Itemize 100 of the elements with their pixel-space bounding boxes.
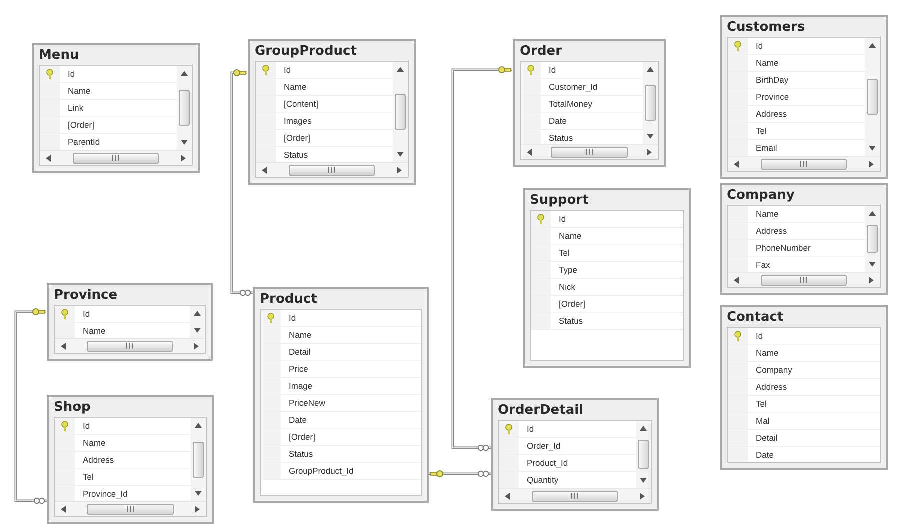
column-name: Mal — [755, 415, 770, 428]
scroll-right-icon[interactable] — [868, 276, 874, 284]
grip-icon — [125, 343, 134, 349]
scroll-right-icon[interactable] — [647, 148, 652, 156]
scroll-up-icon[interactable] — [869, 43, 876, 48]
table-box[interactable]: Support Id Name Tel Type Nick [Order] Status — [523, 188, 691, 368]
scroll-up-icon[interactable] — [397, 67, 404, 72]
scroll-down-icon[interactable] — [640, 478, 647, 483]
scroll-thumb[interactable] — [638, 440, 649, 469]
scroll-right-icon[interactable] — [194, 342, 199, 350]
scroll-thumb[interactable] — [550, 146, 628, 158]
scroll-up-icon[interactable] — [647, 67, 654, 72]
column-name: Name — [82, 325, 106, 338]
column-name: Tel — [755, 125, 767, 138]
scroll-up-icon[interactable] — [640, 426, 647, 431]
scroll-left-icon[interactable] — [61, 506, 66, 512]
row-selector[interactable] — [521, 62, 541, 78]
row-selector[interactable] — [261, 310, 281, 326]
column-name: PriceNew — [288, 397, 326, 410]
horizontal-scrollbar[interactable] — [55, 338, 205, 353]
scroll-down-icon[interactable] — [647, 134, 654, 139]
row-selector[interactable] — [256, 62, 276, 78]
column-name: Status — [283, 149, 308, 162]
scroll-thumb[interactable] — [532, 490, 618, 502]
table-title: Company — [727, 187, 796, 205]
scroll-thumb[interactable] — [72, 152, 160, 164]
vertical-scrollbar[interactable] — [190, 306, 205, 338]
scroll-down-icon[interactable] — [195, 491, 202, 496]
scroll-left-icon[interactable] — [734, 276, 739, 284]
column-name: Date — [548, 115, 567, 128]
scroll-left-icon[interactable] — [262, 166, 267, 174]
vertical-scrollbar[interactable] — [865, 206, 880, 272]
table-box[interactable]: Company Name Address PhoneNumber Fax — [720, 183, 888, 295]
table-box[interactable]: Customers Id Name BirthDay Province Address Tel Email — [720, 15, 888, 179]
vertical-scrollbar[interactable] — [177, 66, 192, 150]
scroll-right-icon[interactable] — [396, 166, 402, 174]
row-selector[interactable] — [531, 211, 551, 227]
scroll-left-icon[interactable] — [46, 154, 51, 162]
scroll-thumb[interactable] — [288, 164, 376, 176]
scroll-down-icon[interactable] — [869, 262, 876, 267]
key-icon — [46, 68, 54, 80]
vertical-scrollbar[interactable] — [393, 62, 408, 162]
scroll-thumb[interactable] — [867, 79, 878, 115]
table-box[interactable]: Province Id Name — [47, 283, 213, 361]
table-box[interactable]: OrderDetail Id Order_Id Product_Id Quantity — [491, 398, 659, 511]
column-name: Link — [67, 102, 84, 115]
row-selector[interactable] — [728, 38, 748, 54]
horizontal-scrollbar[interactable] — [499, 488, 651, 503]
scroll-left-icon[interactable] — [61, 342, 66, 350]
vertical-scrollbar[interactable] — [636, 421, 651, 488]
scroll-up-icon[interactable] — [194, 311, 201, 316]
scroll-left-icon[interactable] — [734, 160, 739, 168]
scroll-thumb[interactable] — [645, 85, 656, 121]
scroll-thumb[interactable] — [193, 442, 204, 478]
table-box[interactable]: Product Id Name Detail Price Image PriceNew Date [Order] Status GroupProduct_Id — [253, 287, 429, 503]
scroll-up-icon[interactable] — [869, 211, 876, 216]
horizontal-scrollbar[interactable] — [728, 156, 880, 171]
horizontal-scrollbar[interactable] — [40, 150, 192, 165]
column-name: Id — [82, 308, 90, 321]
table-box[interactable]: Order Id Customer_Id TotalMoney Date Status — [513, 39, 666, 167]
row-selector[interactable] — [55, 306, 75, 322]
row-selector[interactable] — [728, 328, 748, 344]
vertical-scrollbar[interactable] — [865, 38, 880, 156]
horizontal-scrollbar[interactable] — [55, 501, 206, 516]
row-selector[interactable] — [40, 66, 60, 82]
table-box[interactable]: Menu Id Name Link [Order] ParentId — [32, 43, 200, 173]
scroll-right-icon[interactable] — [194, 506, 200, 512]
table-title: Product — [260, 291, 318, 309]
horizontal-scrollbar[interactable] — [728, 272, 880, 287]
scroll-right-icon[interactable] — [868, 160, 874, 168]
scroll-thumb[interactable] — [87, 340, 173, 352]
scroll-thumb[interactable] — [760, 274, 848, 286]
column-name: Id — [558, 213, 566, 226]
scroll-down-icon[interactable] — [181, 140, 188, 145]
scroll-thumb[interactable] — [760, 158, 848, 170]
row-selector[interactable] — [499, 421, 519, 437]
vertical-scrollbar[interactable] — [191, 418, 206, 501]
scroll-thumb[interactable] — [395, 94, 406, 130]
scroll-up-icon[interactable] — [195, 423, 202, 428]
scroll-right-icon[interactable] — [180, 154, 186, 162]
scroll-thumb[interactable] — [179, 90, 190, 126]
table-box[interactable]: GroupProduct Id Name [Content] Images [Order] Status — [248, 39, 416, 185]
vertical-scrollbar[interactable] — [643, 62, 658, 144]
scroll-thumb[interactable] — [87, 504, 174, 514]
column-name: Name — [755, 57, 779, 70]
scroll-up-icon[interactable] — [181, 71, 188, 76]
table-box[interactable]: Shop Id Name Address Tel Province_Id — [47, 395, 214, 524]
scroll-left-icon[interactable] — [527, 148, 532, 156]
column-name: [Order] — [67, 119, 94, 132]
scroll-left-icon[interactable] — [505, 492, 510, 500]
scroll-thumb[interactable] — [867, 225, 878, 253]
horizontal-scrollbar[interactable] — [256, 162, 408, 177]
scroll-down-icon[interactable] — [869, 146, 876, 151]
scroll-down-icon[interactable] — [194, 328, 201, 333]
column-name: [Order] — [283, 132, 310, 145]
horizontal-scrollbar[interactable] — [521, 144, 658, 159]
row-selector[interactable] — [55, 418, 75, 434]
scroll-down-icon[interactable] — [397, 152, 404, 157]
table-box[interactable]: Contact Id Name Company Address Tel Mal Detail Date — [720, 305, 888, 470]
scroll-right-icon[interactable] — [640, 492, 645, 500]
